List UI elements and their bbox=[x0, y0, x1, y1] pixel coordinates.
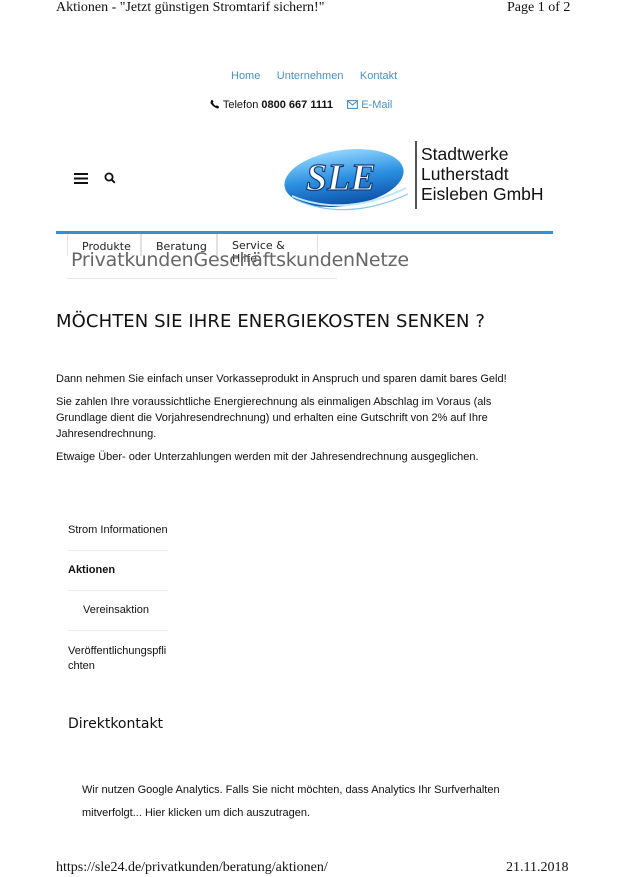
sidebar-divider bbox=[68, 630, 168, 631]
search-icon[interactable] bbox=[104, 171, 116, 184]
sidebar-item-strom-informationen[interactable]: Strom Informationen bbox=[68, 524, 168, 536]
segment-privatkunden[interactable]: Privatkunden bbox=[71, 249, 194, 271]
print-url: https://sle24.de/privatkunden/beratung/a… bbox=[56, 860, 328, 875]
sidebar-item-vereinsaktion[interactable]: Vereinsaktion bbox=[83, 604, 149, 616]
company-logo[interactable]: SLE bbox=[282, 138, 412, 214]
direktkontakt-heading[interactable]: Direktkontakt bbox=[68, 716, 163, 732]
analytics-line-1: Wir nutzen Google Analytics. Falls Sie n… bbox=[82, 784, 500, 796]
analytics-notice[interactable]: Wir nutzen Google Analytics. Falls Sie n… bbox=[82, 779, 500, 825]
phone-icon bbox=[210, 99, 223, 111]
print-title: Aktionen - "Jetzt günstigen Stromtarif s… bbox=[56, 0, 325, 15]
nav-home-link[interactable]: Home bbox=[231, 70, 260, 82]
segment-netze[interactable]: Netze bbox=[355, 249, 409, 271]
page-heading: MÖCHTEN SIE IHRE ENERGIEKOSTEN SENKEN ? bbox=[56, 311, 486, 332]
segment-geschaeftskunden[interactable]: Geschäftskunden bbox=[193, 249, 355, 271]
logo-wordmark: Stadtwerke Lutherstadt Eisleben GmbH bbox=[421, 144, 544, 204]
segment-divider bbox=[67, 278, 337, 279]
phone-label: Telefon bbox=[222, 99, 259, 111]
print-date: 21.11.2018 bbox=[506, 860, 569, 875]
print-page-number: Page 1 of 2 bbox=[507, 0, 571, 15]
logo-mark: SLE bbox=[306, 157, 376, 199]
settlement-paragraph: Etwaige Über- oder Unterzahlungen werden… bbox=[56, 451, 479, 463]
email-link[interactable]: E-Mail bbox=[361, 99, 392, 111]
sidebar-item-label-part-2: chten bbox=[68, 660, 95, 672]
sidebar-divider bbox=[68, 590, 168, 591]
sidebar-item-label-part-1: Veröffentlichungspfli bbox=[68, 645, 167, 657]
logo-divider bbox=[415, 141, 417, 209]
phone-number[interactable]: 0800 667 1111 bbox=[261, 99, 333, 111]
logo-line-3: Eisleben GmbH bbox=[421, 184, 544, 204]
sidebar-divider bbox=[68, 550, 168, 551]
segment-tabs: PrivatkundenGeschäftskundenNetze bbox=[71, 249, 409, 271]
nav-unternehmen-link[interactable]: Unternehmen bbox=[277, 70, 344, 82]
sidebar-item-aktionen[interactable]: Aktionen bbox=[68, 564, 115, 576]
contact-line: Telefon 0800 667 1111 E-Mail bbox=[210, 99, 392, 111]
hamburger-menu-icon[interactable] bbox=[74, 171, 88, 184]
top-nav: Home Unternehmen Kontakt bbox=[225, 66, 403, 84]
intro-paragraph: Dann nehmen Sie einfach unser Vorkassepr… bbox=[56, 373, 507, 385]
nav-kontakt-link[interactable]: Kontakt bbox=[360, 70, 397, 82]
envelope-icon bbox=[347, 99, 361, 111]
analytics-line-2: mitverfolgt... Hier klicken um dich ausz… bbox=[82, 807, 311, 819]
logo-line-2: Lutherstadt bbox=[421, 164, 509, 184]
details-paragraph: Sie zahlen Ihre voraussichtliche Energie… bbox=[56, 396, 492, 440]
logo-line-1: Stadtwerke bbox=[421, 144, 509, 164]
sidebar-item-veroeffentlichungspflichten[interactable]: Veröffentlichungspfli chten bbox=[68, 644, 166, 674]
